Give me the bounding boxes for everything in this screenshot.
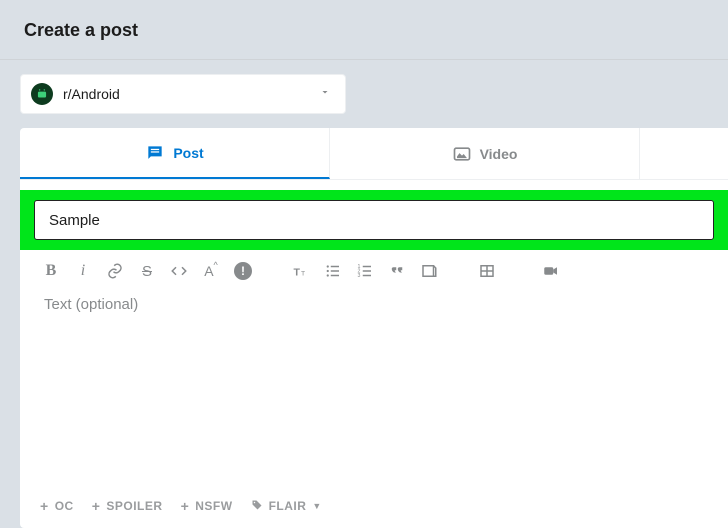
- format-toolbar: B i S A^ ! TT 123: [20, 250, 728, 286]
- quote-button[interactable]: [388, 262, 406, 280]
- spoiler-button[interactable]: !: [234, 262, 252, 280]
- tab-post[interactable]: Post: [20, 128, 330, 179]
- nsfw-tag-button[interactable]: + NSFW: [181, 498, 233, 514]
- inline-code-button[interactable]: [170, 262, 188, 280]
- plus-icon: +: [40, 498, 49, 514]
- oc-label: OC: [55, 499, 74, 513]
- link-button[interactable]: [106, 262, 124, 280]
- chevron-down-icon: [319, 85, 331, 103]
- flair-label: FLAIR: [269, 499, 307, 513]
- image-video-icon: [452, 144, 472, 164]
- heading-button[interactable]: TT: [292, 262, 310, 280]
- table-button[interactable]: [478, 262, 496, 280]
- tab-video[interactable]: Video: [330, 128, 640, 179]
- tab-post-label: Post: [173, 145, 203, 161]
- body-placeholder: Text (optional): [44, 296, 704, 313]
- video-insert-button[interactable]: [542, 262, 560, 280]
- title-highlight: [20, 190, 728, 250]
- page-title: Create a post: [0, 0, 728, 60]
- code-block-button[interactable]: [420, 262, 438, 280]
- chevron-down-icon: ▼: [312, 501, 321, 511]
- post-type-tabs: Post Video: [20, 128, 728, 180]
- bullet-list-button[interactable]: [324, 262, 342, 280]
- title-input[interactable]: [34, 200, 714, 240]
- plus-icon: +: [92, 498, 101, 514]
- svg-text:3: 3: [358, 273, 361, 279]
- italic-button[interactable]: i: [74, 262, 92, 280]
- nsfw-label: NSFW: [195, 499, 232, 513]
- svg-text:T: T: [301, 271, 305, 278]
- body-editor[interactable]: Text (optional): [20, 286, 728, 323]
- plus-icon: +: [181, 498, 190, 514]
- number-list-button[interactable]: 123: [356, 262, 374, 280]
- tag-icon: [251, 499, 263, 514]
- community-icon: [31, 83, 53, 105]
- community-name: r/Android: [63, 86, 120, 102]
- flair-button[interactable]: FLAIR ▼: [251, 499, 322, 514]
- post-icon: [145, 143, 165, 163]
- tab-video-label: Video: [480, 146, 518, 162]
- tag-row: + OC + SPOILER + NSFW FLAIR ▼: [40, 498, 322, 514]
- post-editor-card: Post Video B i S A^ ! TT: [20, 128, 728, 528]
- spoiler-tag-button[interactable]: + SPOILER: [92, 498, 163, 514]
- superscript-button[interactable]: A^: [202, 262, 220, 280]
- oc-tag-button[interactable]: + OC: [40, 498, 74, 514]
- svg-text:T: T: [294, 267, 301, 279]
- strike-button[interactable]: S: [138, 262, 156, 280]
- community-picker[interactable]: r/Android: [20, 74, 346, 114]
- bold-button[interactable]: B: [42, 262, 60, 280]
- spoiler-label: SPOILER: [106, 499, 162, 513]
